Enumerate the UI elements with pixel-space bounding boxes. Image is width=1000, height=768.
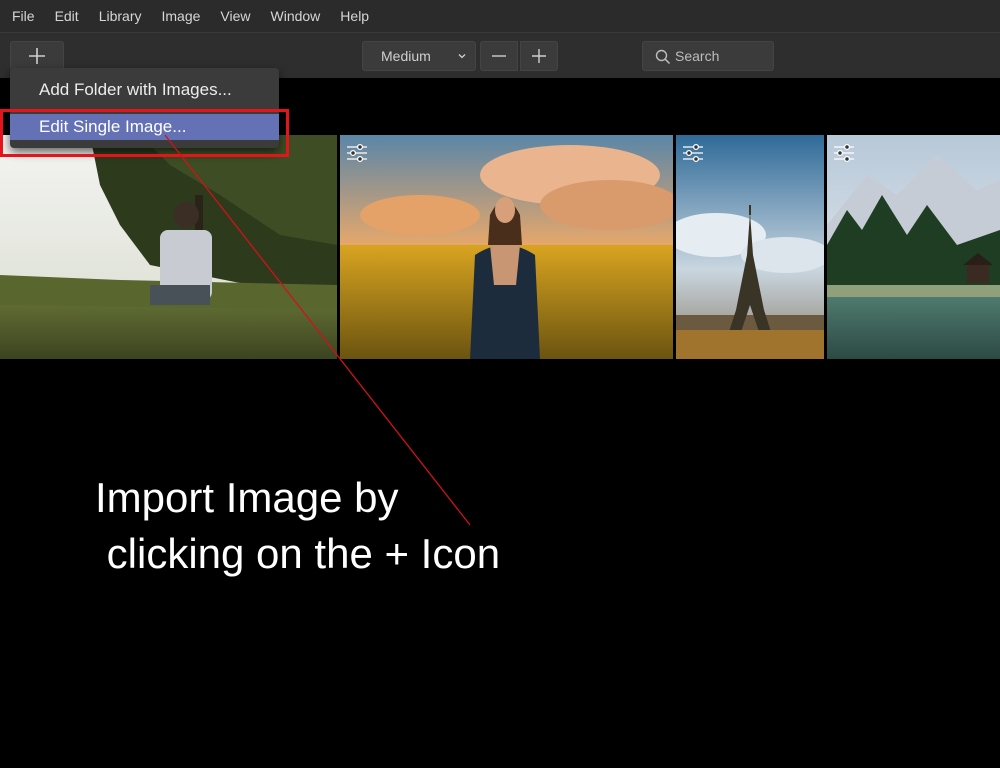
annotation-line-1: Import Image by (95, 474, 399, 521)
annotation-line-2: clicking on the + Icon (95, 530, 501, 577)
annotation-pointer-line (164, 134, 471, 526)
annotation-text: Import Image by clicking on the + Icon (95, 470, 500, 582)
